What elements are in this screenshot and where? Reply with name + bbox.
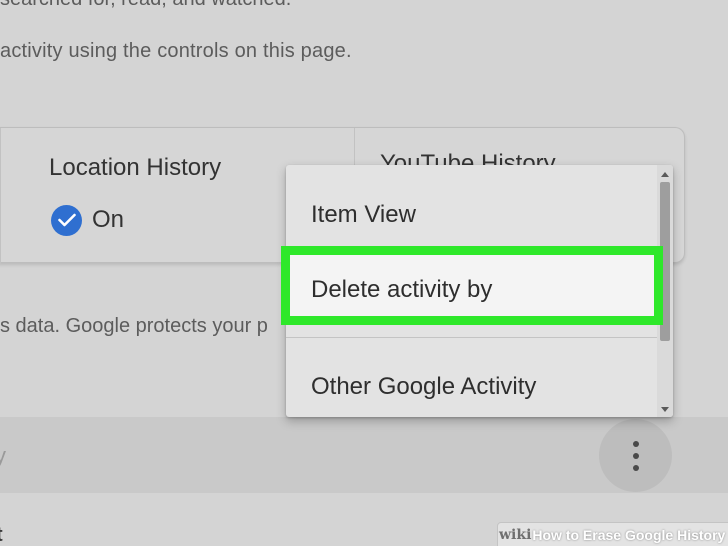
location-history-status[interactable]: On [51, 204, 124, 236]
watermark-brand: wiki [499, 527, 532, 543]
menu-item-other-google-activity[interactable]: Other Google Activity [286, 373, 656, 401]
header-line-1: searched for, read, and watched. [0, 0, 291, 11]
wikihow-watermark: wiki How to Erase Google History [497, 524, 728, 546]
menu-item-item-view[interactable]: Item View [286, 201, 656, 229]
menu-divider [286, 337, 657, 338]
privacy-info-text: s data. Google protects your p [0, 315, 268, 337]
more-vert-icon [632, 452, 639, 459]
scroll-down-arrow-icon[interactable] [661, 407, 669, 412]
watermark-title: How to Erase Google History [532, 527, 726, 543]
location-history-status-text: On [92, 206, 125, 233]
more-options-button[interactable] [599, 419, 672, 492]
location-history-title[interactable]: Location History [49, 154, 221, 182]
scroll-up-arrow-icon[interactable] [661, 172, 669, 177]
search-placeholder: y [0, 443, 6, 468]
bottom-row-label: t [0, 524, 3, 546]
more-vert-icon [632, 440, 639, 447]
header-line-2: activity using the controls on this page… [0, 40, 352, 62]
check-circle-icon [51, 204, 82, 236]
menu-item-delete-activity-by-label: Delete activity by [311, 276, 493, 303]
more-vert-icon [632, 464, 639, 471]
card-divider [0, 128, 1, 264]
